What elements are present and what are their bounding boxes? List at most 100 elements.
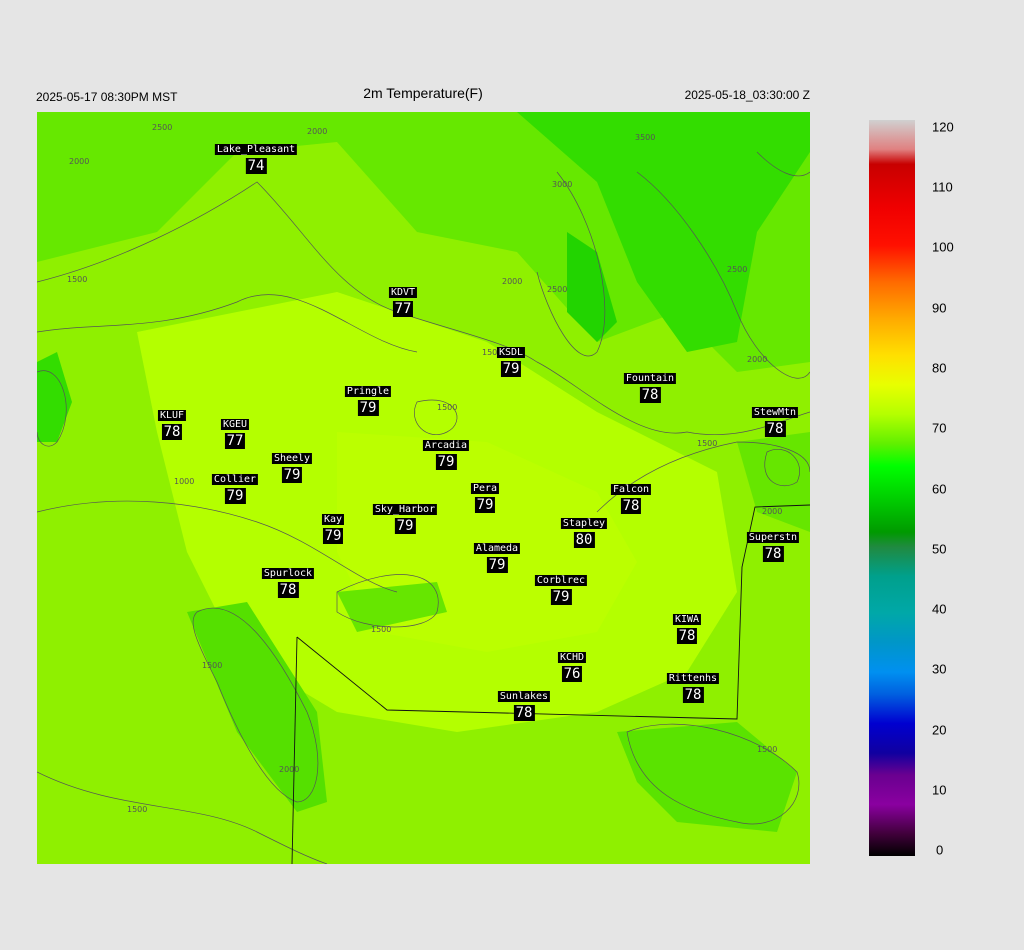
station-kluf: KLUF 78: [157, 405, 187, 440]
station-name: KGEU: [220, 419, 250, 430]
station-corblrec: Corblrec 79: [534, 570, 588, 605]
contour-label: 3500: [635, 133, 655, 142]
station-temperature: 78: [513, 705, 535, 721]
station-name: Falcon: [610, 484, 652, 495]
colorbar-gradient: [869, 120, 915, 856]
contour-label: 2000: [502, 277, 522, 286]
colorbar-tick: 90: [932, 300, 947, 316]
contour-label: 1500: [697, 439, 717, 448]
contour-label: 2500: [152, 123, 172, 132]
station-ksdl: KSDL 79: [496, 342, 526, 377]
contour-label: 2000: [69, 157, 89, 166]
station-temperature: 78: [161, 424, 183, 440]
colorbar-tick: 40: [932, 601, 947, 617]
colorbar-tick: 100: [932, 239, 954, 255]
contour-label: 2000: [747, 355, 767, 364]
map-field: 2500 2000 2000 3000 3500 2000 1500 2500 …: [37, 112, 810, 864]
station-lake-pleasant: Lake_Pleasant 74: [214, 139, 298, 174]
station-name: Stapley: [560, 518, 608, 529]
colorbar-tick: 20: [932, 722, 947, 738]
contour-label: 2000: [279, 765, 299, 774]
station-name: Pera: [470, 483, 500, 494]
station-temperature: 74: [245, 158, 267, 174]
station-name: Rittenhs: [666, 673, 720, 684]
station-kay: Kay 79: [321, 509, 345, 544]
station-temperature: 79: [474, 497, 496, 513]
station-temperature: 79: [224, 488, 246, 504]
colorbar-tick: 120: [932, 119, 954, 135]
colorbar-tick: 10: [932, 782, 947, 798]
station-temperature: 77: [224, 433, 246, 449]
station-temperature: 80: [573, 532, 595, 548]
station-alameda: Alameda 79: [473, 538, 521, 573]
station-sky-harbor: Sky_Harbor 79: [372, 499, 438, 534]
colorbar-tick: 0: [936, 842, 944, 858]
station-temperature: 78: [764, 421, 786, 437]
contour-label: 1000: [174, 477, 194, 486]
station-temperature: 78: [277, 582, 299, 598]
station-temperature: 79: [322, 528, 344, 544]
colorbar-tick: 60: [932, 481, 947, 497]
station-spurlock: Spurlock 78: [261, 563, 315, 598]
station-name: KSDL: [496, 347, 526, 358]
contour-label: 1500: [127, 805, 147, 814]
station-temperature: 79: [394, 518, 416, 534]
station-name: StewMtn: [751, 407, 799, 418]
station-name: Collier: [211, 474, 259, 485]
station-sunlakes: Sunlakes 78: [497, 686, 551, 721]
station-temperature: 76: [561, 666, 583, 682]
station-kiwa: KIWA 78: [672, 609, 702, 644]
station-temperature: 79: [500, 361, 522, 377]
colorbar-tick: 110: [932, 179, 953, 195]
station-name: KLUF: [157, 410, 187, 421]
contour-label: 1500: [67, 275, 87, 284]
station-name: Sky_Harbor: [372, 504, 438, 515]
station-name: Corblrec: [534, 575, 588, 586]
station-pringle: Pringle 79: [344, 381, 392, 416]
contour-label: 2500: [727, 265, 747, 274]
station-name: Superstn: [746, 532, 800, 543]
colorbar: [869, 120, 915, 856]
station-stapley: Stapley 80: [560, 513, 608, 548]
station-temperature: 78: [620, 498, 642, 514]
station-temperature: 78: [682, 687, 704, 703]
station-name: Sunlakes: [497, 691, 551, 702]
temperature-map: 2500 2000 2000 3000 3500 2000 1500 2500 …: [37, 112, 810, 864]
colorbar-tick: 50: [932, 541, 947, 557]
station-temperature: 78: [676, 628, 698, 644]
colorbar-tick: 30: [932, 661, 947, 677]
station-collier: Collier 79: [211, 469, 259, 504]
station-name: KIWA: [672, 614, 702, 625]
station-superstn: Superstn 78: [746, 527, 800, 562]
station-rittenhs: Rittenhs 78: [666, 668, 720, 703]
station-arcadia: Arcadia 79: [422, 435, 470, 470]
contour-label: 1500: [202, 661, 222, 670]
station-name: Kay: [321, 514, 345, 525]
station-name: Alameda: [473, 543, 521, 554]
station-name: Lake_Pleasant: [214, 144, 298, 155]
contour-label: 3000: [552, 180, 572, 189]
station-temperature: 77: [392, 301, 414, 317]
station-name: Arcadia: [422, 440, 470, 451]
contour-label: 1500: [437, 403, 457, 412]
station-temperature: 79: [435, 454, 457, 470]
station-kgeu: KGEU 77: [220, 414, 250, 449]
station-falcon: Falcon 78: [610, 479, 652, 514]
station-sheely: Sheely 79: [271, 448, 313, 483]
contour-label: 1500: [757, 745, 777, 754]
station-fountain: Fountain 78: [623, 368, 677, 403]
contour-label: 2000: [762, 507, 782, 516]
station-name: KDVT: [388, 287, 418, 298]
station-name: Spurlock: [261, 568, 315, 579]
station-temperature: 79: [281, 467, 303, 483]
utc-time: 2025-05-18_03:30:00 Z: [684, 88, 810, 102]
station-temperature: 79: [357, 400, 379, 416]
station-kchd: KCHD 76: [557, 647, 587, 682]
station-stewmtn: StewMtn 78: [751, 402, 799, 437]
contour-label: 2000: [307, 127, 327, 136]
station-name: Sheely: [271, 453, 313, 464]
colorbar-tick: 80: [932, 360, 947, 376]
station-temperature: 79: [550, 589, 572, 605]
station-kdvt: KDVT 77: [388, 282, 418, 317]
colorbar-tick: 70: [932, 420, 947, 436]
